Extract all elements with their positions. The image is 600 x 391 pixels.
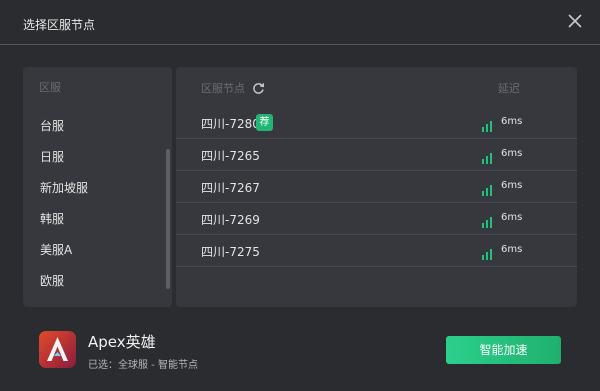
latency-column-header: 延迟	[498, 82, 520, 95]
latency-value: 6ms	[501, 180, 523, 191]
node-row[interactable]: 四川-7265 6ms	[176, 139, 577, 171]
region-label: 新加坡服	[40, 181, 89, 195]
latency-value: 6ms	[501, 244, 523, 255]
recommended-badge: 荐	[256, 114, 273, 131]
signal-strength-icon	[482, 117, 494, 132]
region-label: 欧服	[40, 274, 65, 288]
node-list: 四川-7280 荐 6ms 四川-7265 6ms 四川-7267 6ms 四川…	[176, 107, 577, 267]
region-item[interactable]: 日服	[23, 142, 163, 173]
region-panel: 区服 台服 日服 新加坡服 韩服 美服A 欧服	[23, 67, 172, 307]
apex-logo-icon	[39, 331, 76, 368]
region-item[interactable]: 台服	[23, 111, 163, 142]
region-label: 美服A	[40, 243, 73, 257]
region-item[interactable]: 美服A	[23, 235, 163, 266]
region-label: 韩服	[40, 212, 65, 226]
region-scrollbar[interactable]	[166, 149, 170, 289]
node-name: 四川-7275	[201, 245, 260, 259]
region-item[interactable]: 欧服	[23, 266, 163, 297]
signal-strength-icon	[482, 213, 494, 228]
region-label: 台服	[40, 119, 65, 133]
node-row[interactable]: 四川-7267 6ms	[176, 171, 577, 203]
node-name: 四川-7280	[201, 117, 260, 131]
node-name: 四川-7265	[201, 149, 260, 163]
region-label: 日服	[40, 150, 65, 164]
region-list: 台服 日服 新加坡服 韩服 美服A 欧服	[23, 111, 163, 297]
node-row[interactable]: 四川-7280 荐 6ms	[176, 107, 577, 139]
region-item[interactable]: 新加坡服	[23, 173, 163, 204]
signal-strength-icon	[482, 245, 494, 260]
latency-value: 6ms	[501, 148, 523, 159]
refresh-icon[interactable]	[252, 80, 265, 94]
title-bar: 选择区服节点	[0, 0, 600, 45]
signal-strength-icon	[482, 149, 494, 164]
close-icon[interactable]	[566, 12, 584, 30]
node-row[interactable]: 四川-7275 6ms	[176, 235, 577, 267]
node-name: 四川-7269	[201, 213, 260, 227]
region-item[interactable]: 韩服	[23, 204, 163, 235]
latency-value: 6ms	[501, 212, 523, 223]
latency-value: 6ms	[501, 116, 523, 127]
smart-accelerate-button[interactable]: 智能加速	[446, 336, 561, 364]
region-header: 区服	[39, 81, 61, 94]
selected-node-info: 已选：全球服 - 智能节点	[88, 360, 198, 371]
game-title: Apex英雄	[88, 333, 156, 351]
node-column-header: 区服节点	[201, 82, 245, 95]
node-panel: 区服节点 延迟 四川-7280 荐 6ms 四川-7265 6ms 四川-726…	[176, 67, 577, 307]
node-name: 四川-7267	[201, 181, 260, 195]
node-row[interactable]: 四川-7269 6ms	[176, 203, 577, 235]
signal-strength-icon	[482, 181, 494, 196]
dialog-title: 选择区服节点	[23, 18, 96, 32]
